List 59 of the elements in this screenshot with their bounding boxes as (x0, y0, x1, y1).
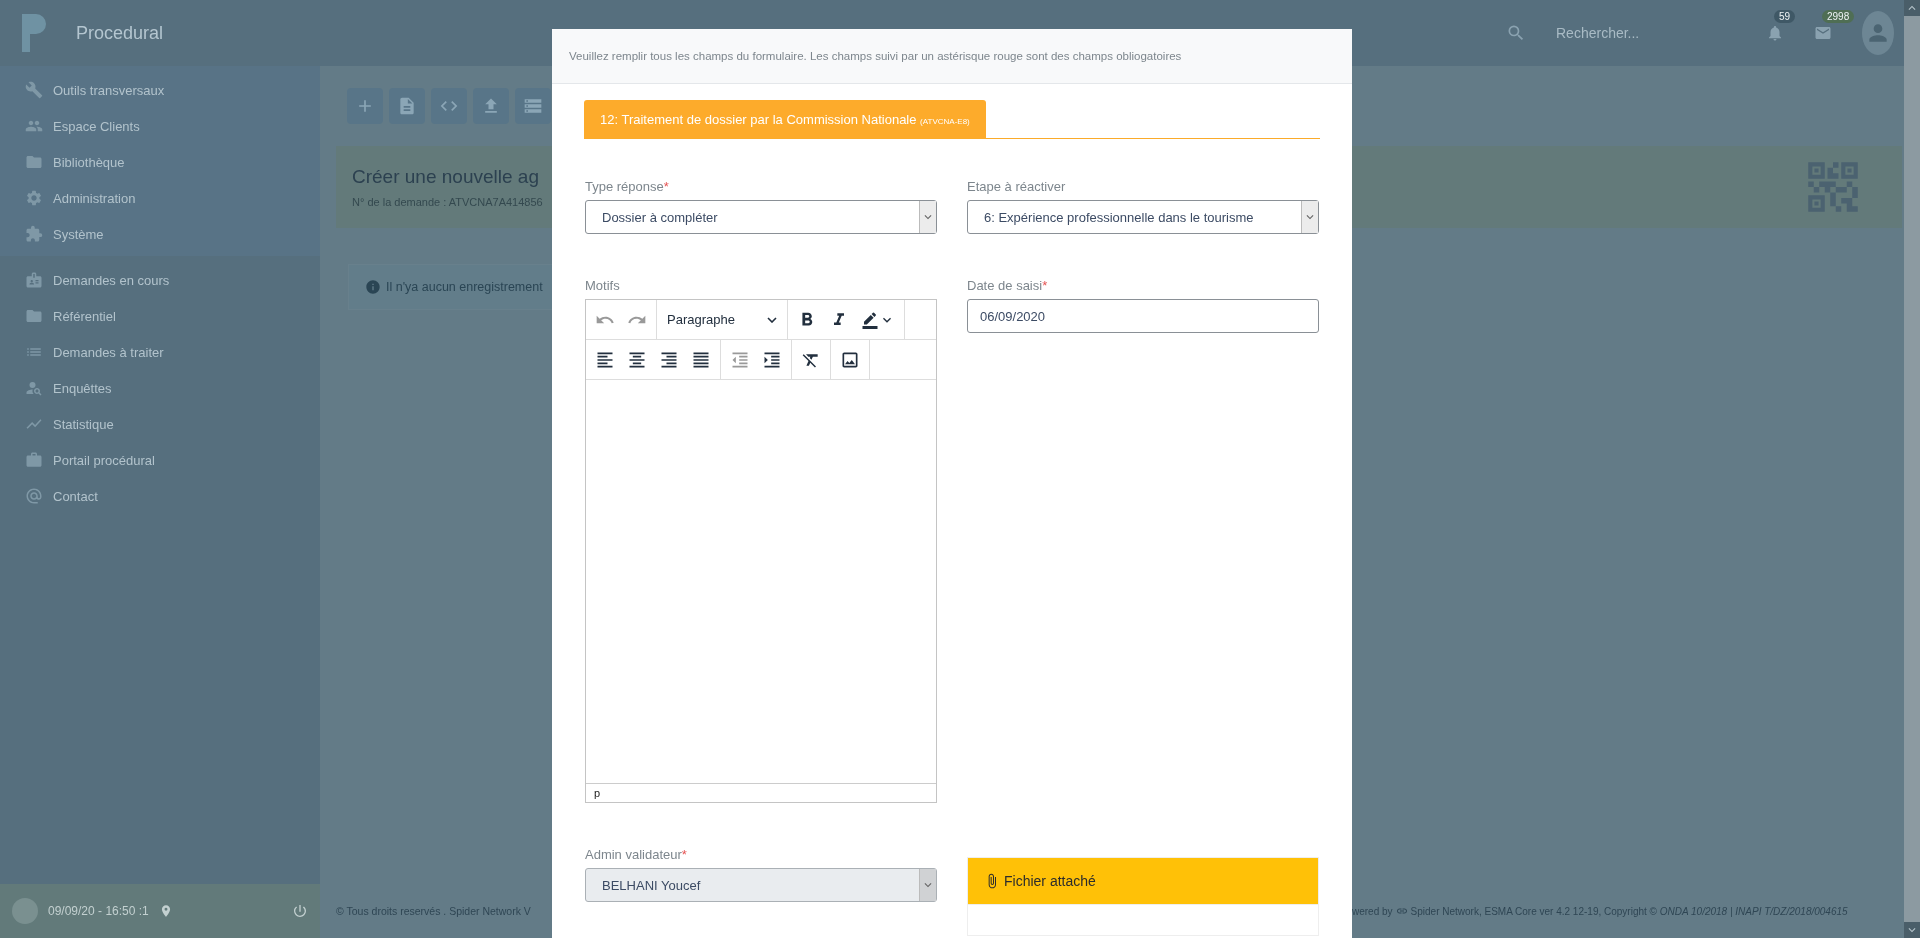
sidebar-item[interactable]: Demandes en cours (0, 262, 320, 298)
avatar[interactable] (1862, 11, 1894, 55)
field-label: Admin validateur* (585, 847, 688, 862)
sidebar-item[interactable]: Administration (0, 180, 320, 216)
toolbar-button[interactable] (515, 88, 551, 124)
toolbar-button[interactable] (431, 88, 467, 124)
wrench-icon (25, 81, 43, 99)
toolbar-button[interactable] (389, 88, 425, 124)
field-label: Motifs (585, 278, 621, 293)
briefcase-icon (25, 451, 43, 469)
toolbar-button[interactable] (473, 88, 509, 124)
at-sign-icon (25, 487, 43, 505)
info-icon (365, 279, 381, 295)
mail-icon[interactable] (1814, 24, 1832, 42)
sidebar-item[interactable]: Outils transversaux (0, 72, 320, 108)
id-card-icon (25, 271, 43, 289)
sidebar-item[interactable]: Référentiel (0, 298, 320, 334)
sidebar-item[interactable]: Espace Clients (0, 108, 320, 144)
logo-icon (20, 14, 46, 52)
search-field[interactable]: Rechercher... (1556, 25, 1736, 41)
caret-icon (767, 316, 777, 323)
sidebar-item[interactable]: Statistique (0, 406, 320, 442)
scrollbar[interactable] (1904, 0, 1920, 938)
page-title: Créer une nouvelle ag (352, 166, 540, 188)
date-field[interactable]: 06/09/2020 (967, 299, 1319, 333)
session-time: 09/09/20 - 16:50 :1 (48, 904, 149, 918)
highlighter-icon (861, 310, 879, 329)
sidebar-item[interactable]: Enquêttes (0, 370, 320, 406)
select-field[interactable]: Dossier à compléter (585, 200, 937, 234)
select-field[interactable]: 6: Expérience professionnelle dans le tourisme (967, 200, 1319, 234)
sidebar-item[interactable]: Système (0, 216, 320, 252)
sidebar-item[interactable]: Portail procédural (0, 442, 320, 478)
sidebar-item[interactable]: Contact (0, 478, 320, 514)
sidebar-item[interactable]: Bibliothèque (0, 144, 320, 180)
bell-icon[interactable] (1766, 24, 1784, 42)
folder-icon (25, 307, 43, 325)
folder-icon (25, 153, 43, 171)
element-path: p (594, 787, 601, 799)
power-icon[interactable] (292, 903, 308, 919)
brand-name: Procedural (76, 22, 164, 44)
sidebar-item[interactable]: Demandes à traiter (0, 334, 320, 370)
field-label: Date de saisi* (967, 278, 1049, 293)
toolbar-button[interactable] (347, 88, 383, 124)
database-icon (523, 96, 543, 116)
notification-count: 59 (1774, 10, 1796, 23)
rich-text-editor[interactable]: Paragraphe p (585, 299, 937, 803)
format-dropdown[interactable]: Paragraphe (661, 304, 783, 335)
search-icon[interactable] (1506, 23, 1526, 43)
file-icon (397, 96, 417, 116)
puzzle-icon (25, 225, 43, 243)
avatar (12, 898, 38, 924)
field-label: Etape à réactiver (967, 179, 1067, 194)
panel-title: Fichier attaché (1004, 873, 1096, 889)
message-count: 2998 (1822, 10, 1855, 23)
step-tab[interactable]: 12: Traitement de dossier par la Commission Nationale (ATVCNA-E8) (584, 100, 986, 138)
gear-icon (25, 189, 43, 207)
person-icon (25, 379, 43, 397)
form-notice: Veuillez remplir tous les champs du formulaire. Les champs suivi par un astérisque rouge sont des champs obliogatoires (569, 50, 1182, 62)
field-label: Type réponse* (585, 179, 670, 194)
